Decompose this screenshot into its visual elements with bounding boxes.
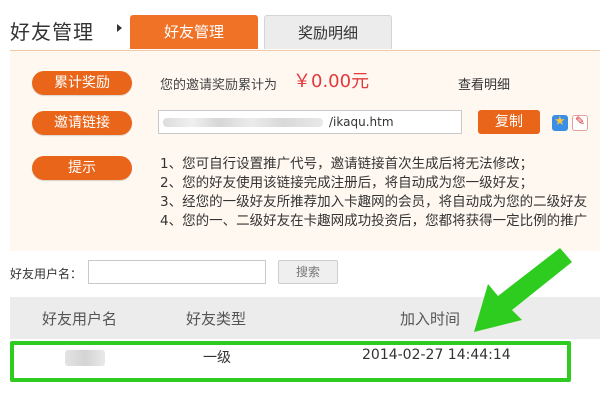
weibo-share-icon[interactable] xyxy=(572,114,588,131)
reward-amount: ￥0.00元 xyxy=(293,71,370,92)
column-header-username: 好友用户名 xyxy=(42,310,118,328)
tip-line: 4、您的一、二级好友在卡趣网成功投资后，您都将获得一定比例的推广 xyxy=(160,213,588,229)
redacted-link-prefix xyxy=(163,118,323,127)
breadcrumb-arrow-icon xyxy=(117,24,122,32)
tip-line: 1、您可自行设置推广代号，邀请链接首次生成后将无法修改； xyxy=(160,156,534,172)
annotation-arrow-icon xyxy=(474,248,572,332)
column-header-join-time: 加入时间 xyxy=(400,310,461,328)
redacted-username xyxy=(65,350,105,366)
invite-link-badge: 邀请链接 xyxy=(32,111,132,135)
tab-reward-details[interactable]: 奖励明细 xyxy=(264,15,392,49)
reward-badge: 累计奖励 xyxy=(32,71,132,95)
tip-line: 2、您的好友使用该链接完成注册后，将自动成为您一级好友； xyxy=(160,175,534,191)
tips-badge: 提示 xyxy=(32,156,132,180)
friend-type-cell: 一级 xyxy=(203,350,231,366)
view-detail-link[interactable]: 查看明细 xyxy=(458,74,510,93)
tips-list: 1、您可自行设置推广代号，邀请链接首次生成后将无法修改； 2、您的好友使用该链接… xyxy=(160,155,587,231)
search-button[interactable]: 搜索 xyxy=(278,260,338,284)
invite-link-text: /ikaqu.htm xyxy=(329,115,394,129)
copy-button[interactable]: 复制 xyxy=(478,110,540,134)
qzone-share-icon[interactable] xyxy=(552,114,568,131)
reward-text: 您的邀请奖励累计为 xyxy=(160,78,278,93)
page-title: 好友管理 xyxy=(10,20,94,44)
column-header-type: 好友类型 xyxy=(186,310,247,328)
invite-link-field[interactable]: /ikaqu.htm xyxy=(158,110,462,134)
search-label: 好友用户名： xyxy=(10,267,83,281)
search-input[interactable] xyxy=(88,260,266,284)
tip-line: 3、经您的一级好友所推荐加入卡趣网的会员，将自动成为您的二级好友 xyxy=(160,194,588,210)
tab-friend-management[interactable]: 好友管理 xyxy=(130,15,258,49)
